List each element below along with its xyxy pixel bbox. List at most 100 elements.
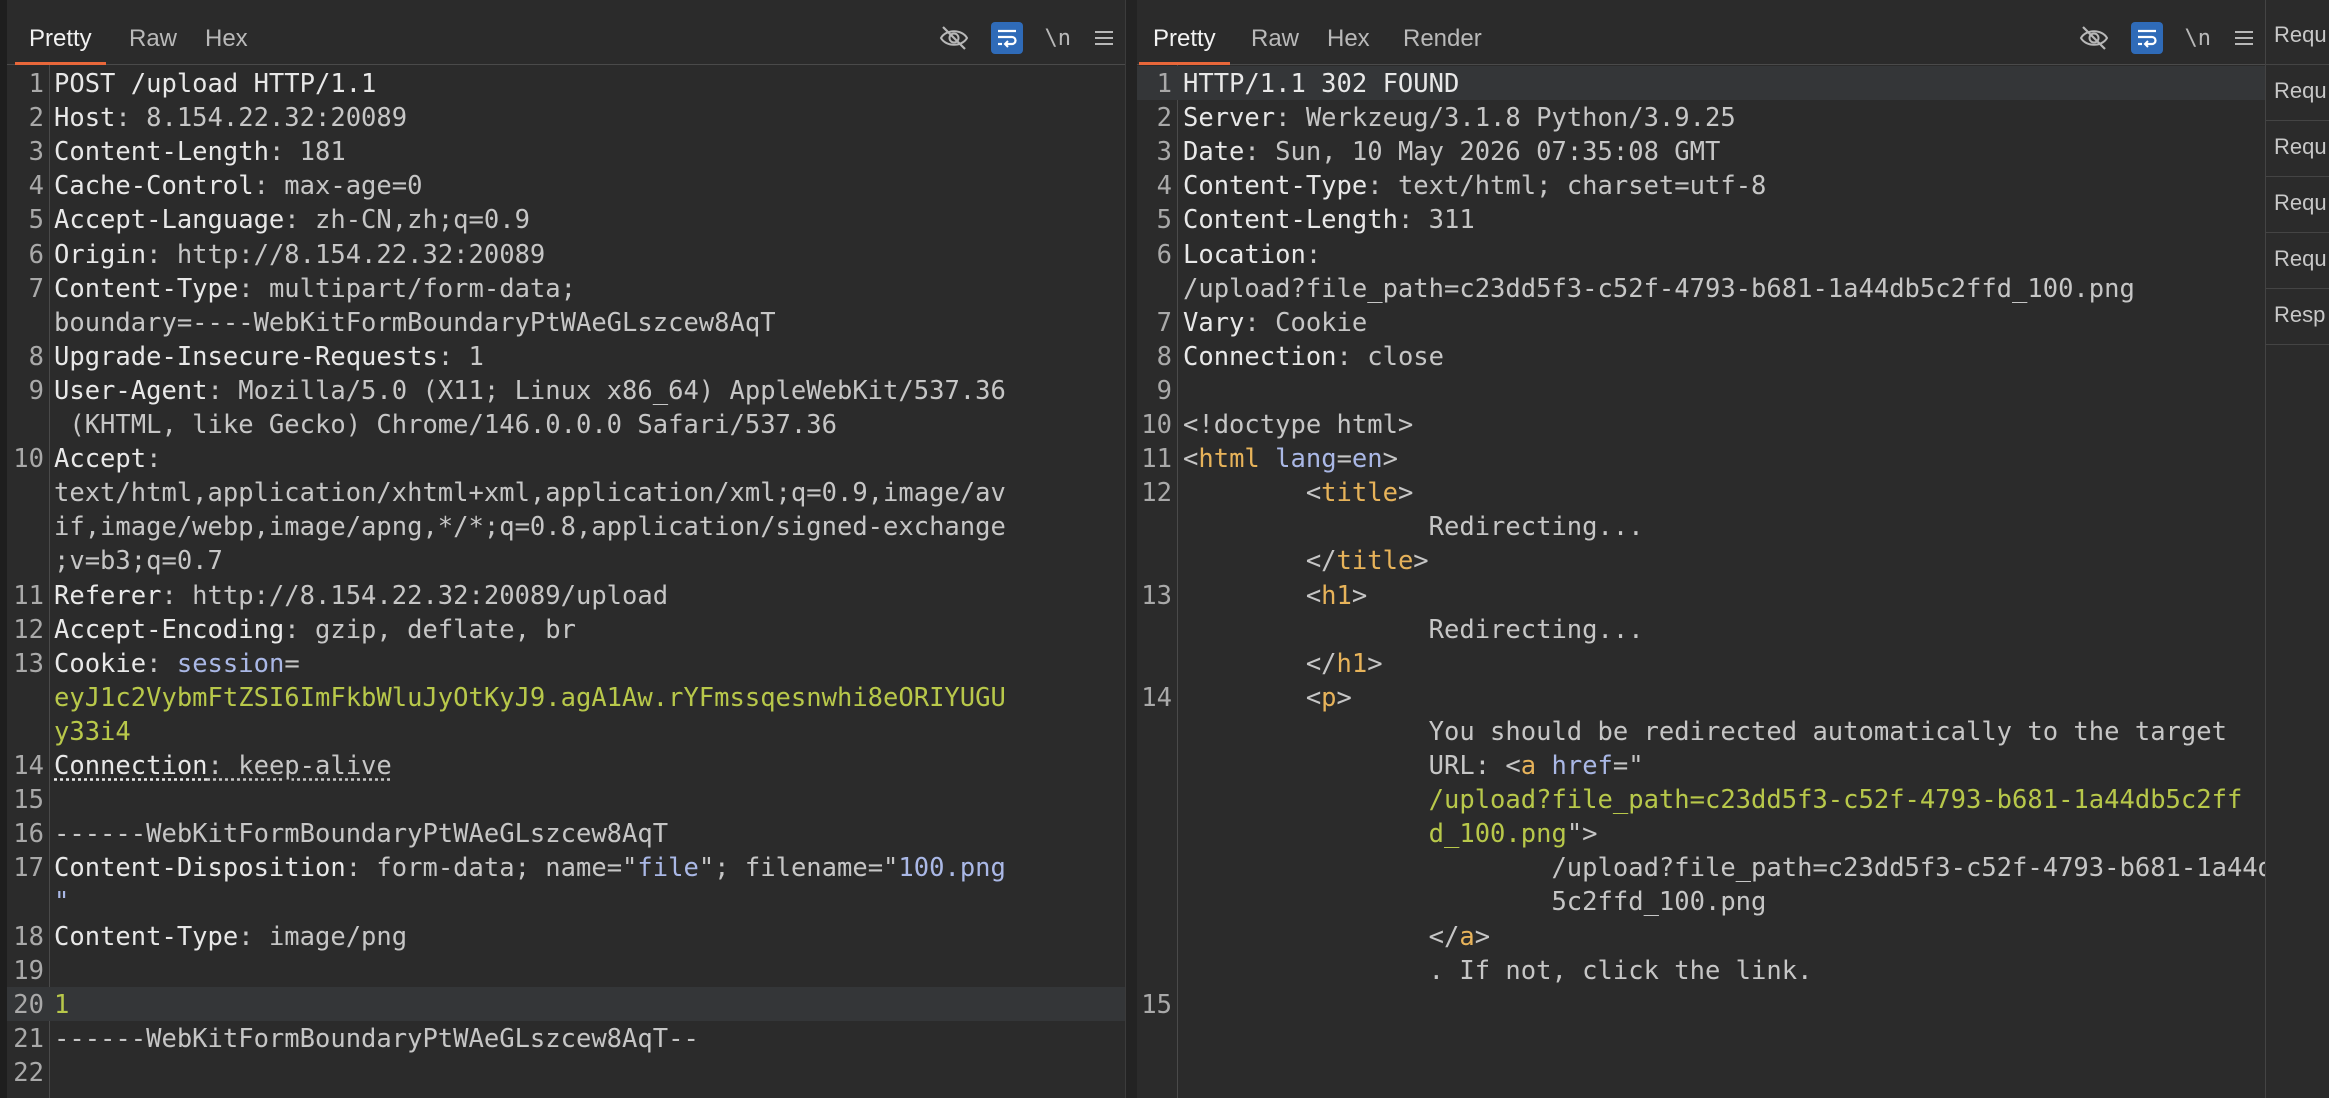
code-line[interactable]: /upload?file_path=c23dd5f3-c52f-4793-b68… xyxy=(1183,274,2135,304)
code-line[interactable]: </a> xyxy=(1183,922,1490,952)
show-newlines-button[interactable]: \n xyxy=(1045,22,1072,54)
word-wrap-icon[interactable] xyxy=(2130,22,2163,54)
code-line[interactable]: <!doctype html> xyxy=(1183,410,1413,440)
code-line[interactable]: ;v=b3;q=0.7 xyxy=(54,546,223,576)
code-line[interactable]: You should be redirected automatically t… xyxy=(1183,717,2227,747)
code-line[interactable]: Redirecting... xyxy=(1183,512,1644,542)
line-number: 3 xyxy=(28,137,44,168)
code-line[interactable]: User-Agent: Mozilla/5.0 (X11; Linux x86_… xyxy=(54,376,1006,406)
code-line[interactable]: 1 xyxy=(54,990,69,1020)
code-token: : http://8.154.22.32:20089/upload xyxy=(161,580,669,611)
code-line[interactable]: </title> xyxy=(1183,546,1429,576)
code-line[interactable]: 5c2ffd_100.png xyxy=(1183,887,1766,917)
code-token: Host xyxy=(54,103,116,134)
hamburger-menu-icon[interactable] xyxy=(1093,22,1115,54)
code-line[interactable]: Date: Sun, 10 May 2026 07:35:08 GMT xyxy=(1183,137,1720,167)
line-number: 13 xyxy=(1141,580,1172,611)
response-tab-raw[interactable]: Raw xyxy=(1237,0,1313,64)
code-token: : image/png xyxy=(238,921,408,952)
code-line[interactable]: /upload?file_path=c23dd5f3-c52f-4793-b68… xyxy=(1183,785,2243,815)
response-message-viewer[interactable]: 1 HTTP/1.1 302 FOUND 2 Server: Werkzeug/3.1… xyxy=(1137,65,2288,1098)
request-message-editor[interactable]: 1 POST /upload HTTP/1.1 2 Host: 8.154.22.32… xyxy=(7,65,1125,1098)
code-line[interactable]: Accept-Encoding: gzip, deflate, br xyxy=(54,615,576,645)
code-line[interactable]: Cookie: session= xyxy=(54,649,300,679)
code-token: > xyxy=(1336,682,1352,713)
code-line[interactable]: " xyxy=(54,887,69,917)
line-number: 13 xyxy=(13,648,44,679)
code-line[interactable]: boundary=----WebKitFormBoundaryPtWAeGLsz… xyxy=(54,308,776,338)
response-tab-pretty[interactable]: Pretty xyxy=(1139,0,1230,65)
code-line[interactable]: <p> xyxy=(1183,683,1352,713)
code-line[interactable]: Content-Length: 181 xyxy=(54,137,346,167)
inspector-section-row[interactable]: Requ xyxy=(2274,190,2327,216)
code-line[interactable]: y33i4 xyxy=(54,717,131,747)
code-line[interactable]: eyJ1c2VybmFtZSI6ImFkbWluJyOtKyJ9.agA1Aw.… xyxy=(54,683,1006,713)
show-newlines-button[interactable]: \n xyxy=(2185,22,2212,54)
line-number: 9 xyxy=(28,375,44,406)
code-line[interactable]: Redirecting... xyxy=(1183,615,1644,645)
code-line[interactable]: <h1> xyxy=(1183,581,1367,611)
code-line[interactable]: Referer: http://8.154.22.32:20089/upload xyxy=(54,581,668,611)
code-line[interactable]: POST /upload HTTP/1.1 xyxy=(54,69,376,99)
line-number: 8 xyxy=(1156,341,1172,372)
code-line[interactable]: </h1> xyxy=(1183,649,1383,679)
code-token: : zh-CN,zh;q=0.9 xyxy=(284,205,530,236)
code-line[interactable]: Content-Length: 311 xyxy=(1183,205,1475,235)
code-token: Accept-Language xyxy=(54,205,285,236)
request-tab-raw[interactable]: Raw xyxy=(115,0,191,64)
hamburger-menu-icon[interactable] xyxy=(2233,22,2255,54)
code-line[interactable]: if,image/webp,image/apng,*/*;q=0.8,appli… xyxy=(54,512,1006,542)
code-line[interactable]: Content-Type: multipart/form-data; xyxy=(54,274,576,304)
code-token: ------WebKitFormBoundaryPtWAeGLszcew8AqT xyxy=(54,819,669,850)
inspector-section-row[interactable]: Resp xyxy=(2274,302,2325,328)
code-line[interactable]: text/html,application/xhtml+xml,applicat… xyxy=(54,478,1006,508)
hide-nonprintable-eye-slash-icon[interactable] xyxy=(2079,22,2109,54)
inspector-section-row[interactable]: Requ xyxy=(2274,78,2327,104)
code-token: : xyxy=(146,444,162,475)
code-line[interactable]: Content-Type: image/png xyxy=(54,922,407,952)
code-line[interactable]: (KHTML, like Gecko) Chrome/146.0.0.0 Saf… xyxy=(54,410,837,440)
code-line[interactable]: /upload?file_path=c23dd5f3-c52f-4793-b68… xyxy=(1183,853,2288,883)
code-token: > xyxy=(1367,648,1383,679)
code-line[interactable]: Location: xyxy=(1183,240,1321,270)
code-line[interactable]: <html lang=en> xyxy=(1183,444,1398,474)
code-line[interactable]: Accept-Language: zh-CN,zh;q=0.9 xyxy=(54,205,530,235)
inspector-section-row[interactable]: Requ xyxy=(2274,246,2327,272)
code-line[interactable]: Server: Werkzeug/3.1.8 Python/3.9.25 xyxy=(1183,103,1736,133)
code-line[interactable]: Accept: xyxy=(54,444,161,474)
code-line[interactable]: Origin: http://8.154.22.32:20089 xyxy=(54,240,545,270)
code-line[interactable]: Host: 8.154.22.32:20089 xyxy=(54,103,407,133)
code-line[interactable]: Content-Type: text/html; charset=utf-8 xyxy=(1183,171,1766,201)
hide-nonprintable-eye-slash-icon[interactable] xyxy=(939,22,969,54)
code-token: file xyxy=(637,853,699,884)
code-line[interactable]: URL: <a href=" xyxy=(1183,751,1644,781)
word-wrap-icon[interactable] xyxy=(990,22,1023,54)
code-line[interactable]: Connection: keep-alive xyxy=(54,751,392,781)
code-line[interactable]: <title> xyxy=(1183,478,1413,508)
code-line[interactable]: ------WebKitFormBoundaryPtWAeGLszcew8AqT… xyxy=(54,1024,699,1054)
code-line[interactable]: Content-Disposition: form-data; name="fi… xyxy=(54,853,1006,883)
line-number: 5 xyxy=(1156,205,1172,236)
code-line[interactable]: Upgrade-Insecure-Requests: 1 xyxy=(54,342,484,372)
code-line[interactable]: Connection: close xyxy=(1183,342,1444,372)
code-line[interactable]: ------WebKitFormBoundaryPtWAeGLszcew8AqT xyxy=(54,819,668,849)
response-tab-render[interactable]: Render xyxy=(1389,0,1496,64)
line-number: 1 xyxy=(28,69,44,99)
code-token: : text/html; charset=utf-8 xyxy=(1367,171,1767,202)
inspector-section-row[interactable]: Requ xyxy=(2274,22,2327,48)
request-tab-pretty[interactable]: Pretty xyxy=(15,0,106,65)
code-token: a xyxy=(1459,921,1475,952)
code-line[interactable]: HTTP/1.1 302 FOUND xyxy=(1183,69,1459,99)
code-line[interactable]: Cache-Control: max-age=0 xyxy=(54,171,422,201)
response-tab-hex[interactable]: Hex xyxy=(1313,0,1384,64)
inspector-panel: Requ Requ Requ Requ Requ Resp xyxy=(2265,0,2329,1098)
code-line[interactable]: d_100.png"> xyxy=(1183,819,1598,849)
code-token: h1 xyxy=(1336,648,1368,679)
code-token: "; filename=" xyxy=(698,853,899,884)
code-line[interactable]: . If not, click the link. xyxy=(1183,956,1813,986)
code-line[interactable]: Vary: Cookie xyxy=(1183,308,1367,338)
line-number: 4 xyxy=(1156,171,1172,202)
request-tab-hex[interactable]: Hex xyxy=(191,0,262,64)
inspector-section-row[interactable]: Requ xyxy=(2274,134,2327,160)
